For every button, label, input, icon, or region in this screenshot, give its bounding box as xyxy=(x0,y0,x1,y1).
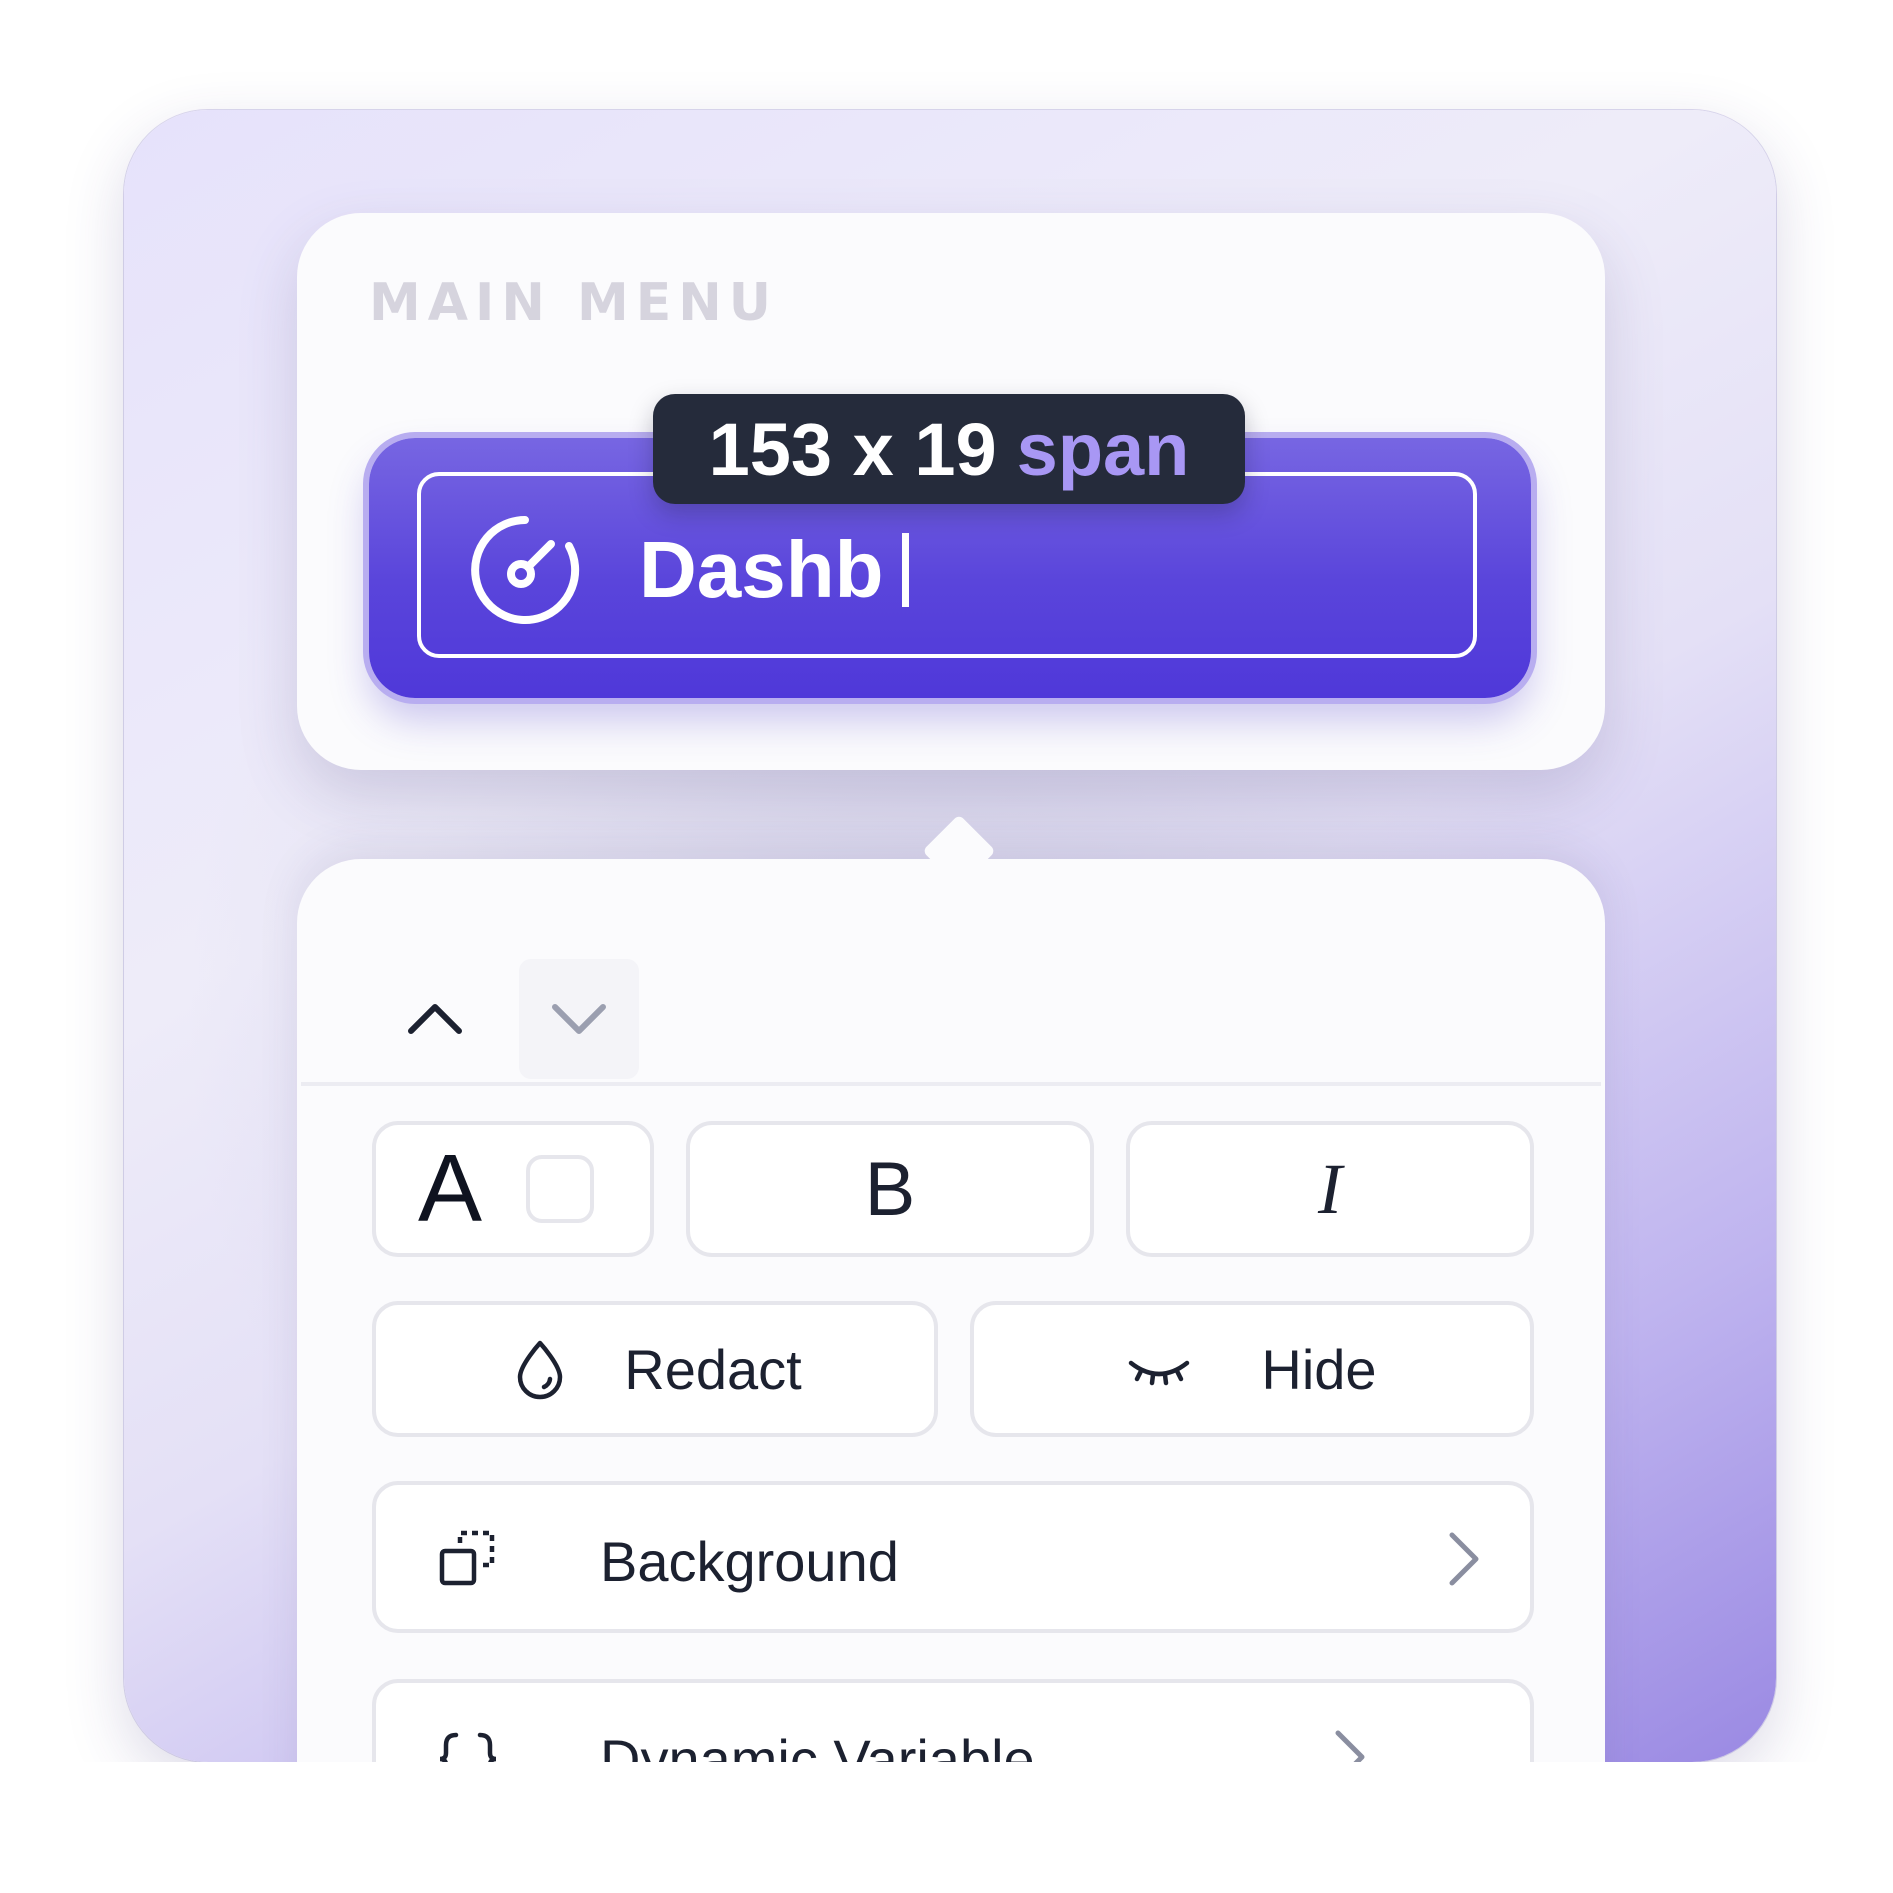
background-label: Background xyxy=(600,1530,899,1593)
droplet-icon xyxy=(518,1340,563,1400)
chevron-down-icon xyxy=(552,1004,606,1034)
format-popover: A B I Redact Hide Background Dynamic Var… xyxy=(297,814,1605,1859)
element-size-tooltip: 153 x 19 span xyxy=(653,394,1245,504)
font-color-glyph: A xyxy=(418,1135,483,1242)
redact-label: Redact xyxy=(624,1337,802,1401)
chevron-right-icon xyxy=(1449,1532,1479,1586)
element-tag: span xyxy=(1016,407,1190,491)
hide-button[interactable]: Hide xyxy=(970,1301,1534,1437)
menu-item-label-input[interactable]: Dashb xyxy=(639,530,909,610)
italic-button[interactable]: I xyxy=(1126,1121,1534,1257)
toolbar-divider xyxy=(301,1082,1601,1086)
redact-button[interactable]: Redact xyxy=(372,1301,938,1437)
previous-button[interactable] xyxy=(375,959,495,1079)
menu-preview-card: MAIN MENU Dashb 153 x 19 span xyxy=(297,213,1605,770)
section-label: MAIN MENU xyxy=(369,273,778,333)
typed-text: Dashb xyxy=(639,525,884,614)
background-row[interactable]: Background xyxy=(372,1481,1534,1633)
background-layers-icon xyxy=(439,1530,495,1586)
color-swatch[interactable] xyxy=(526,1155,595,1223)
element-dimensions: 153 x 19 xyxy=(708,407,997,491)
next-button[interactable] xyxy=(519,959,639,1079)
bold-glyph: B xyxy=(864,1146,916,1232)
hide-label: Hide xyxy=(1261,1337,1377,1401)
italic-glyph: I xyxy=(1318,1148,1342,1229)
canvas-bottom-mask xyxy=(0,1762,1893,1893)
text-caret xyxy=(901,533,909,607)
chevron-up-icon xyxy=(408,1004,462,1034)
font-color-button[interactable]: A xyxy=(372,1121,654,1257)
eye-closed-icon xyxy=(1129,1360,1190,1386)
bold-button[interactable]: B xyxy=(686,1121,1094,1257)
dashboard-gauge-icon xyxy=(471,516,580,624)
